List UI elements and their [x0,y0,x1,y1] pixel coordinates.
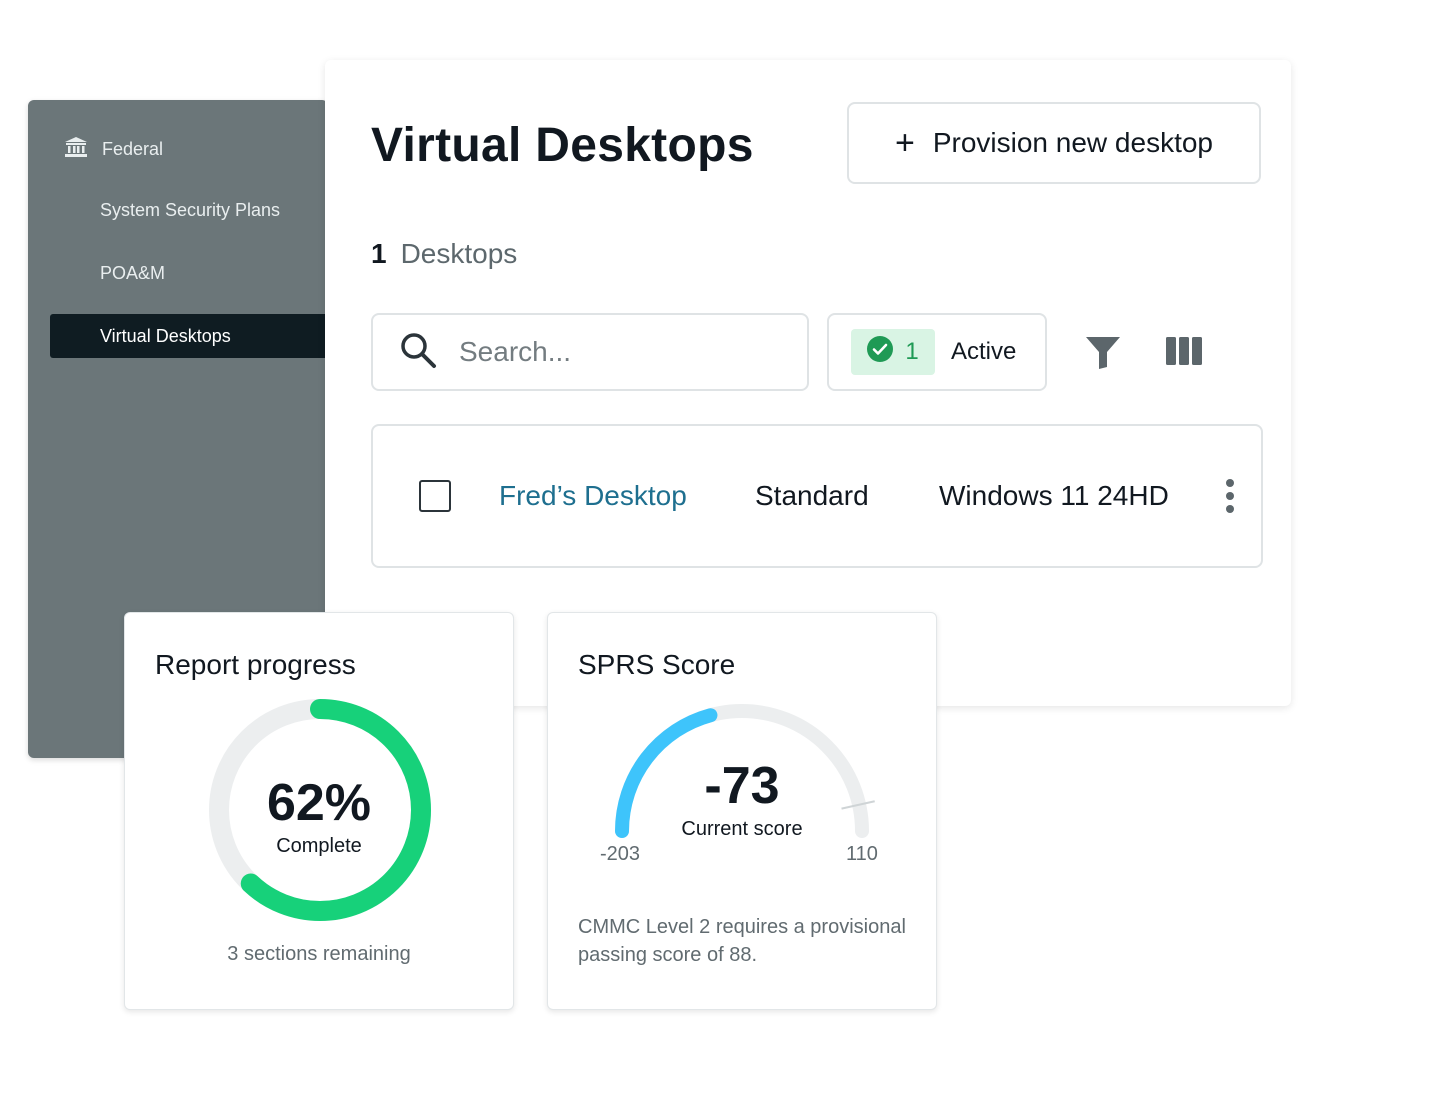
current-score-label: Current score [681,818,803,840]
filter-icon[interactable] [1085,336,1121,375]
columns-icon[interactable] [1165,336,1203,371]
gauge-max-label: 110 [846,843,878,865]
active-count-badge: 1 [851,329,935,375]
sprs-score-card: SPRS Score -73 Current score -203 110 CM… [547,612,937,1010]
desktop-name-link[interactable]: Fred’s Desktop [499,480,687,512]
page-title: Virtual Desktops [371,119,754,172]
check-circle-icon [867,335,905,369]
plus-icon: + [894,123,915,162]
bank-icon [64,136,102,163]
provision-button-label: Provision new desktop [932,127,1213,158]
sidebar-item-virtual-desktops[interactable]: Virtual Desktops [50,314,328,358]
search-icon [399,331,437,374]
desktop-count-label: Desktops [400,238,518,269]
more-options-icon[interactable] [1225,478,1235,519]
search-input[interactable] [457,335,781,369]
row-checkbox[interactable] [419,480,451,512]
table-row: Fred’s Desktop Standard Windows 11 24HD [371,424,1263,568]
sidebar-item-system-security-plans[interactable]: System Security Plans [50,188,328,232]
sidebar-header-federal[interactable]: Federal [64,136,163,163]
desktop-os: Windows 11 24HD [939,480,1169,511]
sidebar-item-label: System Security Plans [100,199,281,220]
current-score-value: -73 [704,757,780,815]
main-panel: Virtual Desktops + Provision new desktop… [325,60,1291,706]
report-progress-card: Report progress 62% Complete 3 sections … [124,612,514,1010]
sidebar-header-label: Federal [102,139,164,159]
progress-percent: 62% [266,774,372,832]
report-progress-title: Report progress [155,649,356,680]
active-filter-label: Active [951,338,1017,365]
sections-remaining: 3 sections remaining [227,943,411,965]
sidebar-item-label: POA&M [100,262,166,283]
active-count: 1 [905,338,919,365]
search-box[interactable] [371,313,809,391]
progress-sub-label: Complete [276,835,362,857]
active-filter-chip[interactable]: 1 Active [827,313,1047,391]
provision-new-desktop-button[interactable]: + Provision new desktop [847,102,1261,184]
desktop-count: 1 Desktops [371,238,517,270]
cmmc-note: CMMC Level 2 requires a provisional pass… [578,916,906,966]
gauge-min-label: -203 [600,843,641,865]
sidebar-item-label: Virtual Desktops [100,325,231,346]
desktop-count-number: 1 [371,238,387,269]
sidebar-item-poam[interactable]: POA&M [50,251,328,295]
desktop-tier: Standard [755,480,869,511]
